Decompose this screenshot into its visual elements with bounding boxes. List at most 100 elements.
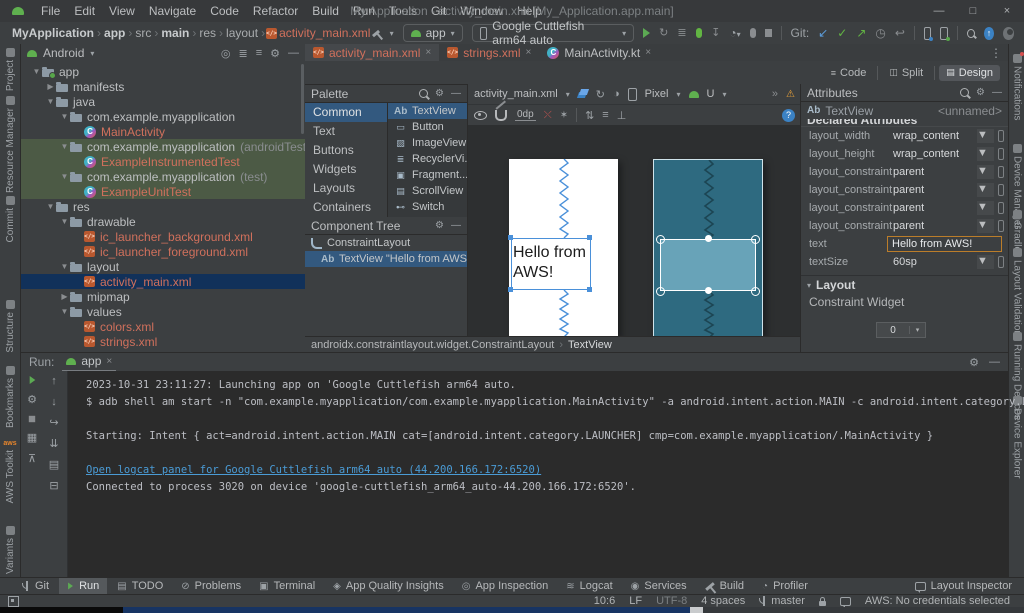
next-occurrence-icon[interactable]: [51, 396, 57, 408]
search-everywhere-icon[interactable]: [967, 29, 975, 38]
attribute-value[interactable]: parent: [893, 202, 977, 214]
hide-panel-icon[interactable]: [288, 47, 299, 59]
stripe-structure[interactable]: Structure: [0, 300, 20, 353]
textview-blueprint[interactable]: [660, 239, 756, 291]
palette-category-common[interactable]: Common: [305, 103, 387, 122]
status-utf-8[interactable]: UTF-8: [656, 595, 687, 607]
stripe-commit[interactable]: Commit: [0, 196, 20, 242]
palette-category-buttons[interactable]: Buttons: [305, 141, 387, 160]
stripe-notifications[interactable]: Notifications: [1009, 54, 1024, 120]
tool-button-problems[interactable]: Problems: [173, 578, 249, 595]
tree-chevron-icon[interactable]: [59, 292, 70, 301]
tree-row-com-example-myapplication[interactable]: com.example.myapplication(test): [21, 169, 305, 184]
tree-row-ic_launcher_foreground-xml[interactable]: ic_launcher_foreground.xml: [21, 244, 305, 259]
selection-handle[interactable]: [587, 287, 592, 292]
rerun-button[interactable]: [29, 376, 35, 384]
dropdown-button[interactable]: [977, 165, 994, 179]
tree-chevron-icon[interactable]: [59, 217, 70, 226]
tool-button-logcat[interactable]: Logcat: [558, 578, 620, 595]
pick-resource-button[interactable]: [998, 220, 1004, 232]
design-preview-phone[interactable]: Hello from AWS!: [509, 159, 618, 337]
attribute-value[interactable]: wrap_content: [893, 148, 977, 160]
attribute-value[interactable]: parent: [893, 184, 977, 196]
default-margin-selector[interactable]: 0dp: [515, 109, 536, 121]
close-icon[interactable]: [106, 356, 112, 367]
stripe-bookmarks[interactable]: Bookmarks: [0, 366, 20, 428]
pick-resource-button[interactable]: [998, 148, 1004, 160]
palette-category-text[interactable]: Text: [305, 122, 387, 141]
layout-inspector-button[interactable]: Layout Inspector: [915, 580, 1024, 592]
build-caret-icon[interactable]: [390, 29, 394, 38]
close-icon[interactable]: [526, 47, 532, 58]
run-console[interactable]: 2023-10-31 23:11:27: Launching app on 'G…: [68, 371, 1008, 577]
maximize-button[interactable]: [956, 0, 990, 22]
dropdown-button[interactable]: [977, 147, 994, 161]
minimize-button[interactable]: [922, 0, 956, 22]
autoconnect-magnet-icon[interactable]: [495, 110, 507, 121]
run-config-selector[interactable]: app: [403, 24, 463, 42]
settings-icon[interactable]: [976, 87, 985, 98]
tool-button-app-quality-insights[interactable]: App Quality Insights: [325, 578, 452, 595]
tree-chevron-icon[interactable]: [59, 112, 70, 121]
stripe-resource-manager[interactable]: Resource Manager: [0, 96, 20, 193]
git-history-icon[interactable]: [875, 26, 885, 40]
breadcrumb-item[interactable]: res: [197, 26, 218, 40]
tab-options-icon[interactable]: [990, 46, 1002, 60]
tool-button-services[interactable]: Services: [623, 578, 695, 595]
align-icon[interactable]: [602, 109, 608, 121]
tool-window-switcher-icon[interactable]: [8, 596, 19, 607]
hide-panel-icon[interactable]: [989, 356, 1000, 369]
palette-item-textview[interactable]: AbTextView: [388, 103, 467, 119]
stop-button[interactable]: [29, 416, 35, 422]
prev-occurrence-icon[interactable]: [51, 375, 57, 387]
run-tab-app[interactable]: app: [62, 352, 116, 372]
tree-chevron-icon[interactable]: [31, 67, 42, 76]
constraint-anchor[interactable]: [656, 287, 665, 296]
attribute-value[interactable]: parent: [893, 166, 977, 178]
search-icon[interactable]: [419, 89, 428, 98]
design-device-selector[interactable]: Pixel: [645, 88, 669, 100]
tool-button-profiler[interactable]: Profiler: [754, 578, 816, 595]
blueprint-preview-phone[interactable]: [653, 159, 763, 337]
attribute-value[interactable]: parent: [893, 220, 977, 232]
git-rollback-icon[interactable]: [895, 26, 905, 40]
locate-file-icon[interactable]: [221, 47, 231, 60]
scroll-to-end-icon[interactable]: [49, 438, 58, 450]
close-icon[interactable]: [645, 47, 651, 58]
dump-threads-icon[interactable]: [27, 432, 37, 444]
tree-chevron-icon[interactable]: [45, 202, 56, 211]
close-button[interactable]: [990, 0, 1024, 22]
settings-icon[interactable]: [270, 47, 280, 60]
text-input-focused[interactable]: Hello from AWS!: [887, 236, 1002, 252]
close-icon[interactable]: [425, 47, 431, 58]
constraint-anchor[interactable]: [705, 235, 712, 242]
breadcrumb-constraintlayout[interactable]: androidx.constraintlayout.widget.Constra…: [311, 339, 554, 351]
selection-handle[interactable]: [508, 287, 513, 292]
palette-item-switch[interactable]: Switch: [388, 199, 467, 215]
collapse-all-icon[interactable]: [256, 47, 262, 59]
clear-all-icon[interactable]: [49, 480, 58, 492]
hide-panel-icon[interactable]: [451, 88, 461, 99]
device-selector[interactable]: Google Cuttlefish arm64 auto: [472, 24, 634, 42]
running-devices-icon[interactable]: [940, 27, 948, 40]
tree-chevron-icon[interactable]: [59, 307, 70, 316]
orientation-icon[interactable]: [596, 88, 605, 101]
debug-button[interactable]: [696, 28, 703, 38]
tree-row-mipmap[interactable]: mipmap: [21, 289, 305, 304]
layout-section-header[interactable]: Layout: [801, 275, 1008, 294]
apply-code-changes-icon[interactable]: [677, 27, 686, 39]
run-button[interactable]: [643, 28, 650, 38]
component-textview[interactable]: AbTextView "Hello from AWS!": [305, 251, 467, 267]
tool-button-terminal[interactable]: Terminal: [251, 578, 323, 595]
dropdown-button[interactable]: [977, 219, 994, 233]
pack-icon[interactable]: [585, 109, 594, 122]
editor-tab-mainactivity-kt[interactable]: MainActivity.kt: [539, 44, 659, 61]
tree-row-manifests[interactable]: manifests: [21, 79, 305, 94]
infer-constraints-icon[interactable]: [560, 110, 568, 121]
stripe-aws-toolkit[interactable]: awsAWS Toolkit: [0, 440, 20, 503]
tree-row-mainactivity[interactable]: MainActivity: [21, 124, 305, 139]
hide-panel-icon[interactable]: [992, 87, 1002, 98]
tree-row-colors-xml[interactable]: colors.xml: [21, 319, 305, 334]
menu-file[interactable]: File: [34, 0, 67, 22]
view-options-icon[interactable]: [474, 111, 487, 120]
